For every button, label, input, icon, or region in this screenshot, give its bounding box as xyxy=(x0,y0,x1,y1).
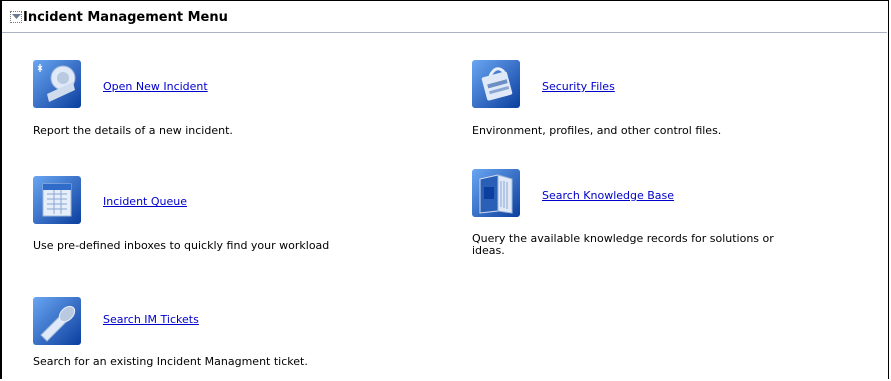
security-files-description: Environment, profiles, and other control… xyxy=(472,124,722,137)
search-im-tickets-link[interactable]: Search IM Tickets xyxy=(103,313,199,326)
open-new-incident-description: Report the details of a new incident. xyxy=(33,124,233,137)
flashlight-search-icon[interactable] xyxy=(33,297,81,345)
search-knowledge-base-description-line1: Query the available knowledge records fo… xyxy=(472,232,774,245)
knowledge-book-icon[interactable] xyxy=(472,169,520,217)
incident-queue-description: Use pre-defined inboxes to quickly find … xyxy=(33,239,330,252)
search-im-tickets-description: Search for an existing Incident Managmen… xyxy=(33,355,308,368)
security-files-link[interactable]: Security Files xyxy=(542,80,615,93)
menu-title: Incident Management Menu xyxy=(23,10,228,25)
search-knowledge-base-description-line2: ideas. xyxy=(472,244,505,257)
incident-queue-link[interactable]: Incident Queue xyxy=(103,195,187,208)
alarm-bell-icon[interactable] xyxy=(33,60,81,108)
search-knowledge-base-link[interactable]: Search Knowledge Base xyxy=(542,189,674,202)
menu-header: Incident Management Menu xyxy=(2,1,887,33)
collapse-arrow-icon[interactable] xyxy=(10,11,22,23)
queue-spreadsheet-icon[interactable] xyxy=(33,176,81,224)
security-lock-icon[interactable] xyxy=(472,60,520,108)
open-new-incident-link[interactable]: Open New Incident xyxy=(103,80,208,93)
